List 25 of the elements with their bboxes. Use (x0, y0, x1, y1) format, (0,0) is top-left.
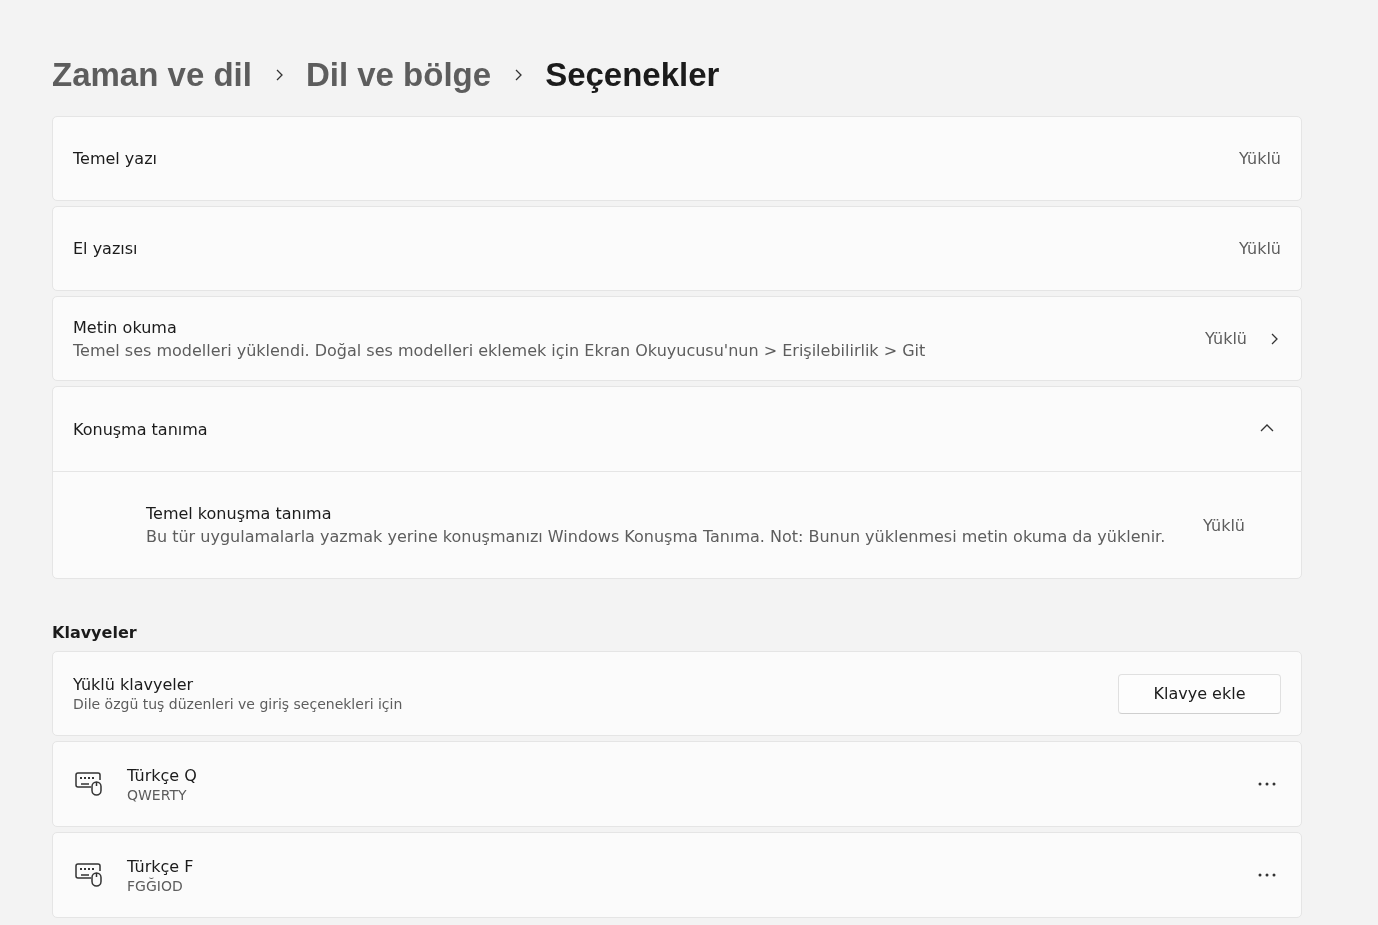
keyboard-name: Türkçe Q (127, 765, 198, 785)
option-title: Metin okuma (73, 317, 178, 337)
option-description: Bu tür uygulamalarla yazmak yerine konuşmanızı Windows Konuşma Tanıma. Not: Bunun yüklenmesi metin okuma da yüklenir. (146, 527, 1167, 546)
status-text: Yüklü (1239, 239, 1281, 258)
option-title: Temel konuşma tanıma (146, 504, 333, 523)
breadcrumb-link[interactable]: Zaman ve dil (52, 56, 252, 94)
option-description: Temel ses modelleri yüklendi. Doğal ses modelleri eklemek için Ekran Okuyucusu'nun > Erişilebilirlik > Git (73, 340, 927, 360)
keyboard-layout: FGĞIOD (127, 877, 184, 894)
page-title: Seçenekler (545, 56, 720, 94)
status-text: Yüklü (1205, 329, 1247, 348)
keyboard-mouse-icon (75, 862, 103, 888)
status-text: Yüklü (1239, 149, 1281, 168)
section-heading: Klavyeler (52, 623, 138, 642)
expander-title: Konuşma tanıma (73, 419, 209, 439)
option-title: El yazısı (73, 239, 139, 258)
keyboard-name: Türkçe F (127, 856, 195, 876)
option-title: Temel yazı (73, 149, 158, 168)
breadcrumb-link[interactable]: Dil ve bölge (305, 56, 492, 94)
option-card[interactable]: Metin okuma Temel ses modelleri yüklendi. Doğal ses modelleri eklemek için Ekran Okuyucusu'nun > Erişilebilirlik > Git Yüklü (52, 296, 1302, 381)
keyboard-layout: QWERTY (127, 786, 188, 803)
option-title: Yüklü klavyeler (73, 675, 195, 694)
keyboard-mouse-icon (75, 771, 103, 797)
status-text: Yüklü (1203, 515, 1245, 535)
add-keyboard-button[interactable]: Klavye ekle (1118, 673, 1281, 714)
option-description: Dile özgü tuş düzenleri ve giriş seçenekleri için (73, 696, 404, 712)
